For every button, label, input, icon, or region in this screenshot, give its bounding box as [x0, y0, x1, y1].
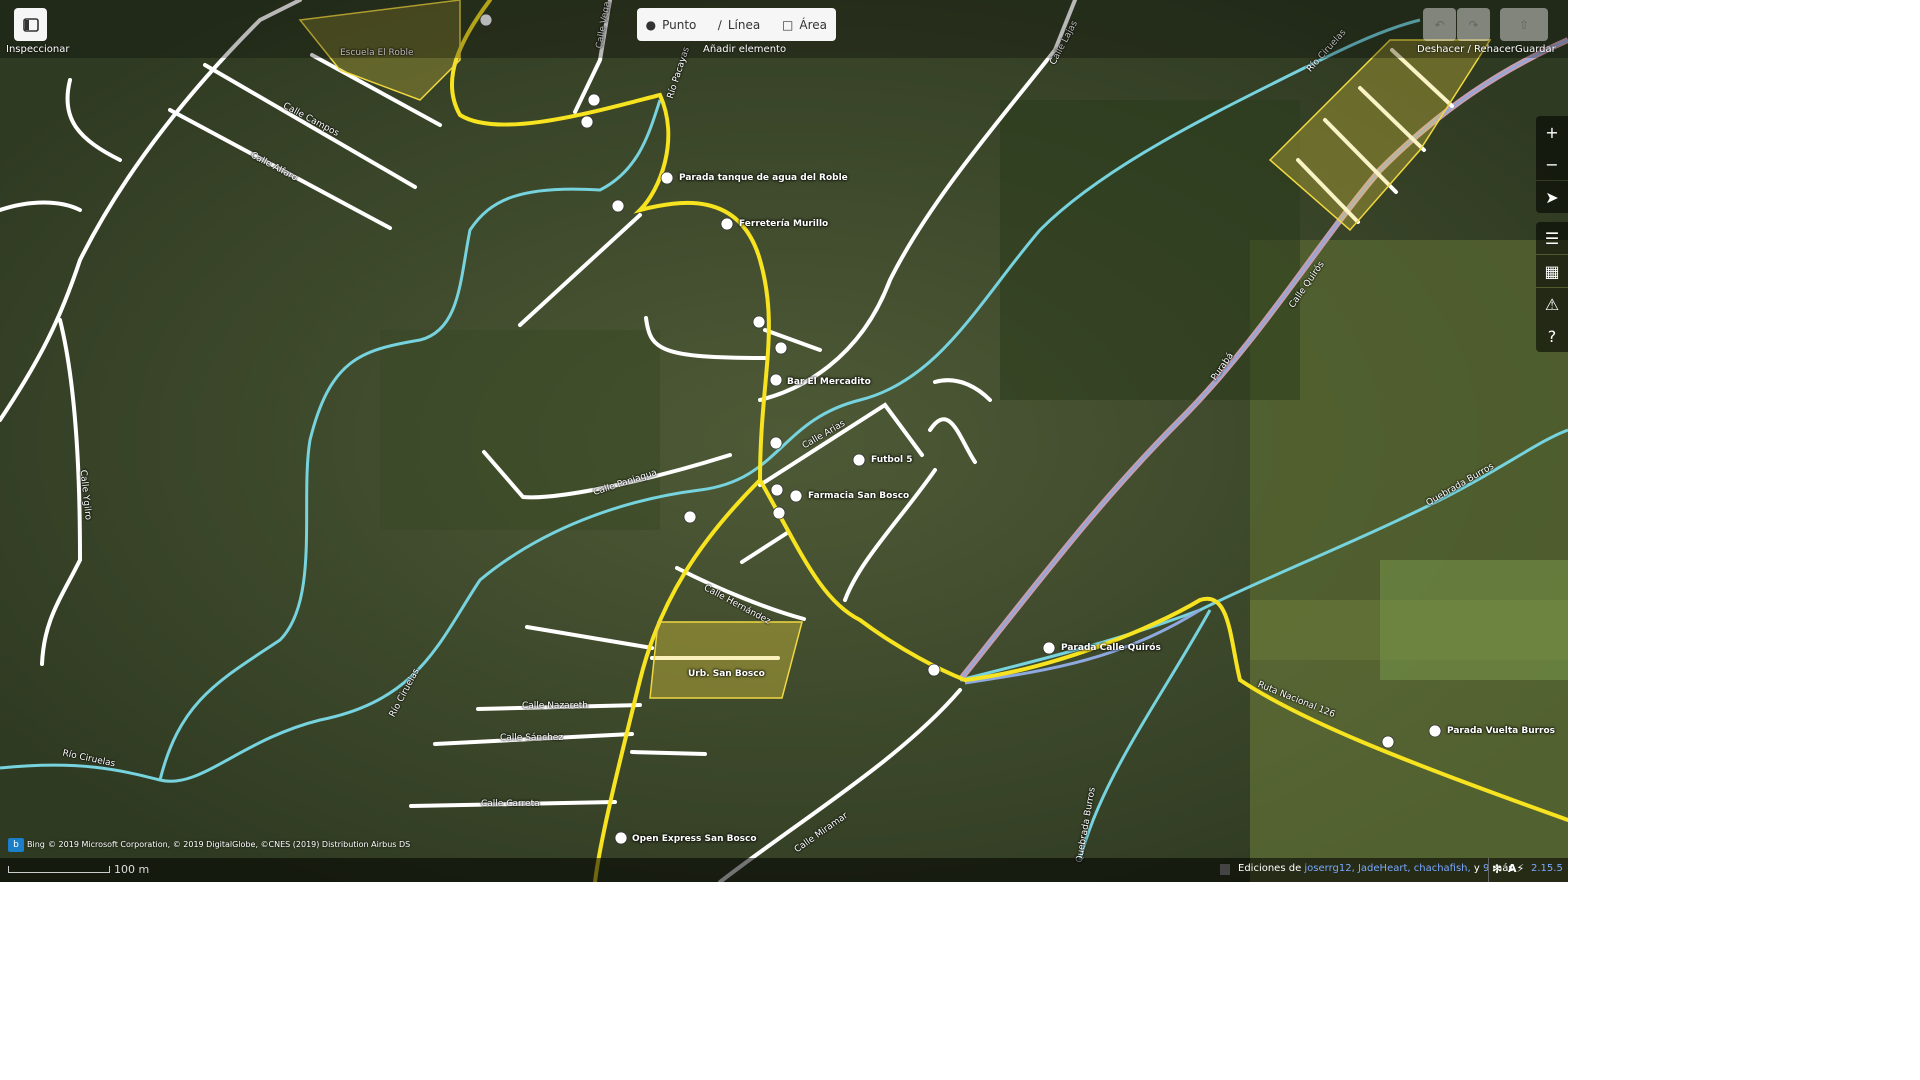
user-avatar-icon	[1220, 864, 1230, 875]
help-pane-button[interactable]: ?	[1536, 320, 1568, 352]
map-label-calle-carreta: Calle Carreta	[481, 799, 540, 809]
add-point-label: Punto	[662, 17, 697, 32]
add-point-button[interactable]: ● Punto	[637, 8, 706, 41]
undo-redo-caption: Deshacer / Rehacer	[1417, 44, 1515, 55]
scale-bar[interactable]	[8, 866, 110, 873]
map-label-calle-nazareth: Calle Nazareth	[522, 701, 588, 711]
id-editor: Escuela El Roble Calle Campos Calle Alfa…	[0, 0, 1568, 882]
point-icon: ●	[645, 17, 657, 32]
area-icon: □	[782, 17, 794, 32]
undo-icon: ↶	[1434, 17, 1445, 32]
add-line-label: Línea	[727, 17, 761, 32]
imagery-attribution[interactable]: © 2019 Microsoft Corporation, © 2019 Dig…	[48, 840, 410, 849]
inspect-caption: Inspeccionar	[6, 44, 70, 55]
save-caption: Guardar	[1515, 44, 1556, 55]
upload-icon: ⇧	[1518, 17, 1530, 32]
background-pane-button[interactable]: ☰	[1536, 222, 1568, 254]
layers-icon: ☰	[1544, 228, 1560, 248]
zoom-out-button[interactable]: −	[1536, 148, 1568, 180]
location-arrow-icon: ➤	[1545, 187, 1559, 207]
bing-logo-icon: b	[8, 838, 24, 852]
save-button[interactable]: ⇧	[1500, 8, 1548, 41]
edit-contributors: Ediciones de joserrg12, JadeHeart, chach…	[1238, 863, 1514, 874]
add-feature-caption: Añadir elemento	[703, 44, 787, 55]
poi-label-open-express[interactable]: Open Express San Bosco	[632, 834, 757, 844]
edits-and: y	[1473, 863, 1480, 874]
footer-divider	[1488, 858, 1489, 882]
add-area-label: Área	[799, 17, 827, 32]
version-link[interactable]: 2.15.5	[1531, 863, 1563, 874]
bug-icon[interactable]: ✻	[1492, 862, 1502, 876]
poi-label-parada-burros[interactable]: Parada Vuelta Burros	[1447, 726, 1555, 736]
map-data-icon: ▦	[1544, 261, 1560, 281]
scale-label: 100 m	[114, 863, 150, 876]
warning-icon: ⚠	[1544, 294, 1560, 314]
add-line-button[interactable]: ∕ Línea	[705, 8, 774, 41]
help-icon: ?	[1547, 326, 1557, 346]
undo-button[interactable]: ↶	[1423, 8, 1456, 41]
redo-button[interactable]: ↷	[1457, 8, 1490, 41]
poi-label-farmacia[interactable]: Farmacia San Bosco	[808, 491, 909, 501]
edits-users-link[interactable]: joserrg12, JadeHeart, chachafish,	[1304, 863, 1470, 874]
bing-label: Bing	[27, 840, 45, 849]
translate-icon[interactable]: A⚡	[1508, 862, 1524, 875]
line-icon: ∕	[717, 17, 722, 32]
poi-label-futbol[interactable]: Futbol 5	[871, 455, 913, 465]
edits-prefix: Ediciones de	[1238, 863, 1302, 874]
poi-label-bar[interactable]: Bar El Mercadito	[787, 377, 871, 387]
poi-label-parada-tanque[interactable]: Parada tanque de agua del Roble	[679, 173, 848, 183]
sidebar-icon	[22, 17, 39, 32]
sidebar-toggle-button[interactable]	[14, 8, 47, 41]
area-label-urb-san-bosco[interactable]: Urb. San Bosco	[688, 669, 765, 679]
zoom-in-button[interactable]: +	[1536, 116, 1568, 148]
issues-pane-button[interactable]: ⚠	[1536, 288, 1568, 320]
map-canvas[interactable]	[0, 0, 1568, 882]
poi-label-ferreteria[interactable]: Ferretería Murillo	[739, 219, 828, 229]
poi-label-parada-quiros[interactable]: Parada Calle Quirós	[1061, 643, 1161, 653]
map-label-calle-sanchez: Calle Sánchez	[500, 733, 564, 743]
redo-icon: ↷	[1468, 17, 1479, 32]
geolocate-button[interactable]: ➤	[1536, 181, 1568, 213]
minus-icon: −	[1545, 154, 1559, 174]
map-data-pane-button[interactable]: ▦	[1536, 255, 1568, 287]
plus-icon: +	[1545, 122, 1559, 142]
add-area-button[interactable]: □ Área	[773, 8, 836, 41]
